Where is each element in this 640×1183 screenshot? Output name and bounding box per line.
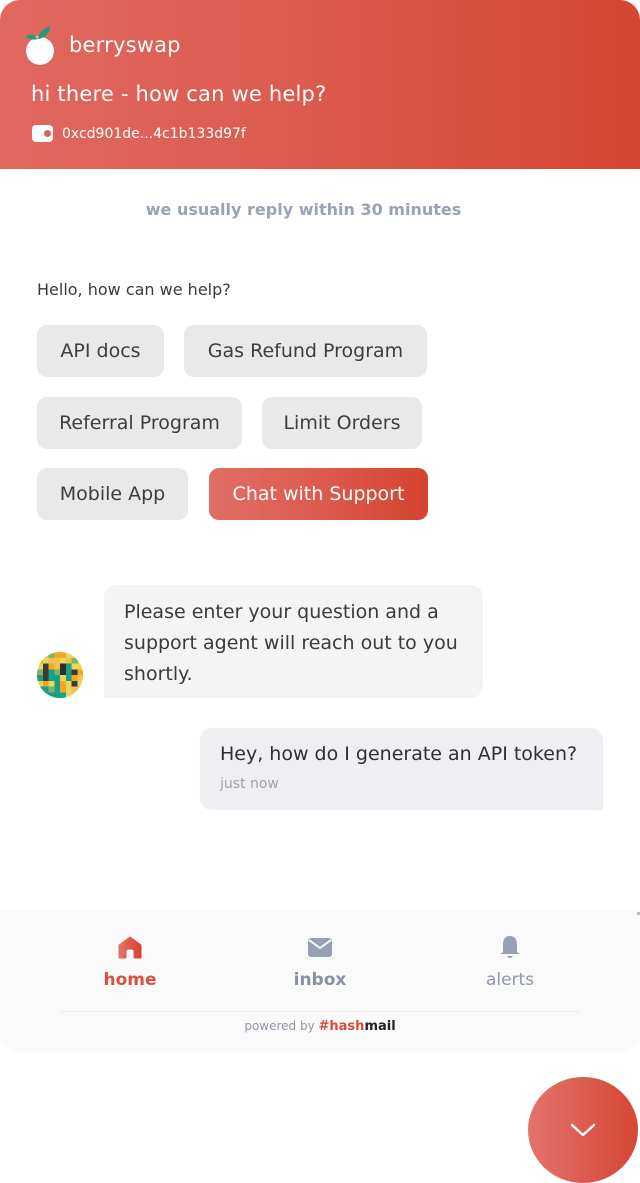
widget-header: berryswap hi there - how can we help? 0x… bbox=[0, 0, 640, 169]
nav-home[interactable]: home bbox=[70, 934, 190, 990]
hashmail-logo-mail[interactable]: mail bbox=[364, 1019, 395, 1034]
quick-reply-limit-orders[interactable]: Limit Orders bbox=[262, 397, 422, 449]
nav-alerts[interactable]: alerts bbox=[450, 934, 570, 990]
wallet-address: 0xcd901de...4c1b133d97f bbox=[32, 125, 246, 142]
powered-by: powered by #hashmail bbox=[0, 1019, 640, 1034]
chat-with-support-button[interactable]: Chat with Support bbox=[209, 468, 428, 520]
brand-name: berryswap bbox=[69, 33, 181, 57]
chevron-down-icon bbox=[570, 1123, 596, 1137]
bell-icon bbox=[500, 936, 520, 958]
quick-reply-mobile-app[interactable]: Mobile App bbox=[37, 468, 188, 520]
agent-message: Please enter your question and a support… bbox=[104, 585, 483, 698]
hashmail-logo-hash[interactable]: #hash bbox=[319, 1019, 365, 1034]
nav-divider bbox=[60, 1011, 580, 1012]
header-greeting: hi there - how can we help? bbox=[31, 82, 327, 106]
brand: berryswap bbox=[20, 24, 181, 66]
quick-reply-api-docs[interactable]: API docs bbox=[37, 325, 164, 377]
minimize-widget-button[interactable] bbox=[528, 1077, 638, 1183]
wallet-icon bbox=[32, 125, 53, 142]
user-message-text: Hey, how do I generate an API token? bbox=[220, 743, 578, 765]
agent-avatar bbox=[37, 652, 83, 698]
quick-reply-referral[interactable]: Referral Program bbox=[37, 397, 242, 449]
wallet-address-text: 0xcd901de...4c1b133d97f bbox=[62, 125, 246, 142]
berry-logo-icon bbox=[20, 24, 58, 66]
mail-icon bbox=[308, 938, 332, 957]
chat-widget: berryswap hi there - how can we help? 0x… bbox=[0, 0, 640, 1052]
quick-reply-gas-refund[interactable]: Gas Refund Program bbox=[184, 325, 427, 377]
bot-prompt: Hello, how can we help? bbox=[37, 280, 231, 299]
reply-time-note: we usually reply within 30 minutes bbox=[145, 200, 462, 219]
message-timestamp: just now bbox=[220, 776, 279, 792]
nav-inbox-label: inbox bbox=[293, 970, 347, 990]
nav-alerts-label: alerts bbox=[485, 970, 535, 990]
powered-by-text: powered by bbox=[244, 1019, 315, 1033]
user-message: Hey, how do I generate an API token? jus… bbox=[200, 728, 603, 810]
home-icon bbox=[118, 936, 142, 959]
nav-home-label: home bbox=[103, 970, 157, 990]
bottom-nav: home inbox alerts powered by #hashmail bbox=[0, 910, 640, 1052]
nav-inbox[interactable]: inbox bbox=[260, 934, 380, 990]
